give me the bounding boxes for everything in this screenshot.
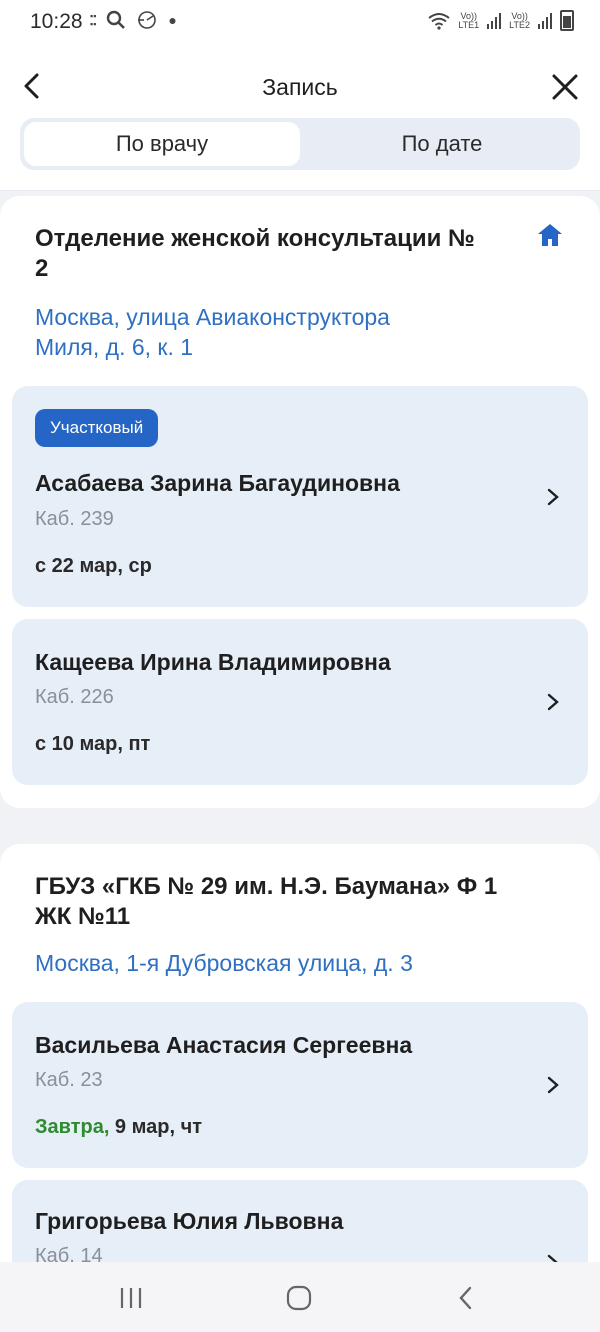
tab-by-date[interactable]: По дате [304,122,580,166]
doctor-name: Григорьева Юлия Львовна [35,1208,344,1234]
signal-icon [538,12,552,29]
doctor-name: Кащеева Ирина Владимировна [35,649,391,675]
clinic-card: Отделение женской консультации № 2 Москв… [0,196,600,808]
radar-icon [138,11,157,29]
clinic-address[interactable]: Москва, улица Авиаконструктора Миля, д. … [35,302,390,362]
clinic-name: Отделение женской консультации № 2 [35,225,475,282]
doctor-next-date: Завтра, 9 мар, чт [35,1116,203,1138]
home-button-icon[interactable] [284,1284,314,1312]
doctor-room: Каб. 23 [35,1069,103,1091]
doctor-name: Асабаева Зарина Багаудиновна [35,470,400,496]
doctor-card[interactable]: Васильева Анастасия Сергеевна Каб. 23 За… [12,1002,588,1168]
doctor-card[interactable]: Кащеева Ирина Владимировна Каб. 226 с 10… [12,619,588,785]
clinic-name: ГБУЗ «ГКБ № 29 им. Н.Э. Баумана» Ф 1 ЖК … [35,873,498,930]
status-left-icons: ▪▪ ▪▪ ● [90,10,177,30]
segment-area: По врачу По дате [0,118,600,191]
status-right-icons: Vo)) LTE1 Vo)) LTE2 [428,10,574,31]
home-icon[interactable] [535,220,565,250]
status-time: 10:28 [30,10,83,33]
tab-by-doctor[interactable]: По врачу [24,122,300,166]
doctor-next-date: с 10 мар, пт [35,733,151,755]
signal-icon [487,12,502,29]
clinic-address[interactable]: Москва, 1-я Дубровская улица, д. 3 [35,948,413,978]
recent-apps-icon[interactable] [116,1284,146,1312]
doctor-room: Каб. 239 [35,508,114,530]
search-icon [107,10,126,29]
view-toggle: По врачу По дате [20,118,580,170]
doctor-room: Каб. 226 [35,686,114,708]
page-title: Запись [262,74,338,100]
app-header: Запись [0,44,600,128]
chevron-right-icon [547,488,559,506]
doctor-card[interactable]: Участковый Асабаева Зарина Багаудиновна … [12,386,588,607]
close-icon[interactable] [548,70,582,104]
lte1-label: Vo)) LTE1 [458,10,480,30]
chevron-right-icon [547,1076,559,1094]
doctor-next-date: с 22 мар, ср [35,555,152,577]
status-bar: 10:28 ▪▪ ▪▪ ● Vo)) LTE1 Vo)) LTE2 [0,0,600,44]
back-button-icon[interactable] [452,1284,482,1312]
lte2-label: Vo)) LTE2 [509,10,530,30]
wifi-icon [428,12,450,30]
status-badge: Участковый [35,409,159,447]
doctor-name: Васильева Анастасия Сергеевна [35,1032,413,1058]
battery-icon [560,10,574,31]
dm-icon: ▪▪ ▪▪ [90,11,97,29]
chevron-right-icon [547,693,559,711]
clinic-card: ГБУЗ «ГКБ № 29 им. Н.Э. Баумана» Ф 1 ЖК … [0,844,600,1284]
dot-icon: ● [168,12,177,28]
system-nav-bar [0,1262,600,1332]
